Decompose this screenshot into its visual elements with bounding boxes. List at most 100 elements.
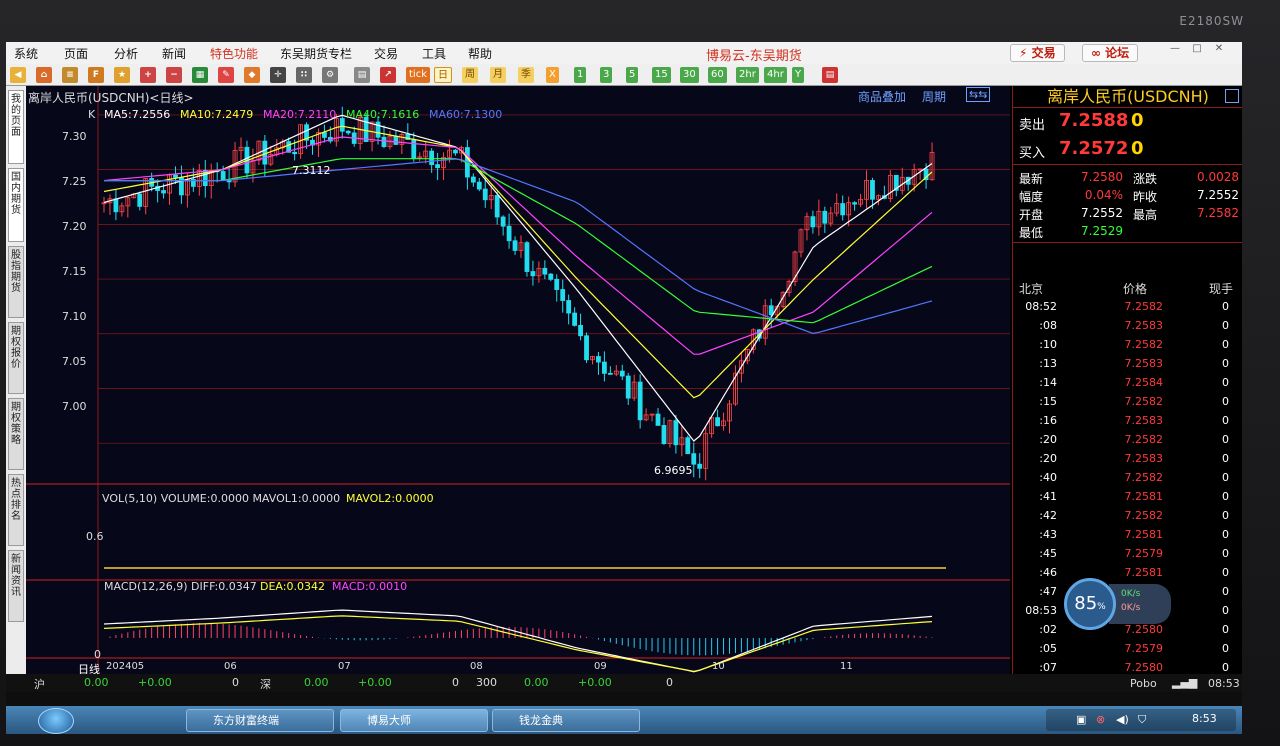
candle-body [584,335,589,361]
taskbar-boyi[interactable]: 博易大师 [340,709,488,732]
draw-pen-icon[interactable]: ✎ [218,67,234,83]
zoom-in-icon[interactable]: + [140,67,156,83]
maximize-icon[interactable]: □ [1188,43,1206,57]
tick-time: :42 [1039,509,1057,522]
price-tick: 7.25 [62,175,87,188]
forum-button[interactable]: ∞ 论坛 [1082,44,1139,62]
menu-tools[interactable]: 工具 [422,45,446,62]
list-icon[interactable]: ▤ [822,67,838,83]
x-date-label: 10 [712,661,725,672]
low-label: 最低 [1019,226,1044,240]
tool-icon[interactable]: ◆ [244,67,260,83]
pct-value: 0.04% [1084,188,1123,202]
period-5[interactable]: 5 [626,67,639,83]
monitor-model: E2180SW [1179,14,1244,28]
menu-news[interactable]: 新闻 [162,45,186,62]
f10-icon[interactable]: F [88,67,104,83]
kline-chart[interactable]: 离岸人民币(USDCNH)<日线> 商品叠加 周期 ⇆⇆ K MA5:7.2556… [26,86,1010,676]
overlay-link[interactable]: 商品叠加 [858,88,906,105]
ma-label-0: K [88,108,96,121]
period-quarter[interactable]: 季 [518,67,534,83]
open-label: 开盘 [1019,208,1044,222]
candle-body [393,135,399,145]
menu-analysis[interactable]: 分析 [114,45,138,62]
candle-body [262,140,268,165]
buy-label: 买入 [1019,146,1046,161]
period-month[interactable]: 月 [490,67,506,83]
period-15[interactable]: 15 [652,67,671,83]
candle-body [506,225,512,242]
period-30[interactable]: 30 [680,67,699,83]
high-value: 7.2582 [1197,206,1239,220]
tick-price: 7.2580 [1124,661,1164,674]
minimize-icon[interactable]: — [1166,43,1184,57]
bookmark-icon[interactable]: ★ [114,67,130,83]
candle-body [554,278,560,290]
trade-button[interactable]: ⚡ 交易 [1010,44,1065,62]
period-60[interactable]: 60 [708,67,727,83]
tick-row: :43 7.2581 0 [1013,528,1242,547]
period-tick[interactable]: tick [406,67,430,83]
period-4hr[interactable]: 4hr [764,67,787,83]
period-x[interactable]: X [546,67,559,83]
network-icon[interactable]: ▣ [1076,713,1086,726]
layout-icon[interactable]: ▦ [192,67,208,83]
candle-body [691,453,697,465]
candle-body [596,356,601,363]
period-3[interactable]: 3 [600,67,613,83]
taskbar-eastmoney[interactable]: 东方财富终端 [186,709,334,732]
candle-body [500,216,506,227]
tick-volume: 0 [1222,471,1229,484]
tick-price: 7.2582 [1124,338,1164,351]
period-link[interactable]: 周期 [922,88,946,105]
crosshair-icon[interactable]: ✛ [270,67,286,83]
side-tab-my-page[interactable]: 我的页面 [8,90,24,164]
period-day[interactable]: 日 [434,67,452,83]
settings-icon[interactable]: ⚙ [322,67,338,83]
net-speed-widget[interactable]: 0K/s 0K/s [1109,584,1171,624]
tick-time: 08:53 [1025,604,1057,617]
period-2hr[interactable]: 2hr [736,67,759,83]
table-view-icon[interactable]: ▤ [354,67,370,83]
menu-features[interactable]: 特色功能 [210,45,258,62]
start-button[interactable] [38,708,74,734]
menu-help[interactable]: 帮助 [468,45,492,62]
trend-chart-icon[interactable]: ↗ [380,67,396,83]
alert-icon[interactable]: ⊗ [1096,713,1105,726]
x-date-label: 11 [840,661,853,672]
side-tab-domestic-futures[interactable]: 国内期货 [8,168,24,242]
period-year[interactable]: Y [792,67,805,83]
taskbar-qianlong[interactable]: 钱龙金典 [492,709,640,732]
memory-gauge[interactable]: 85% [1064,578,1116,630]
notes-icon[interactable]: ≡ [62,67,78,83]
app-title: 博易云-东吴期货 [706,49,802,64]
candle-body [822,210,828,224]
tick-row: :08 7.2583 0 [1013,319,1242,338]
candle-body [661,425,667,444]
panel-toggle-icon[interactable] [1225,89,1239,103]
back-arrow-icon[interactable]: ◀ [10,67,26,83]
tick-volume: 0 [1222,376,1229,389]
zoom-out-icon[interactable]: − [166,67,182,83]
side-tab-index-futures[interactable]: 股指期货 [8,246,24,318]
candle-body [578,324,583,337]
period-week[interactable]: 周 [462,67,478,83]
side-tab-news[interactable]: 新闻资讯 [8,550,24,622]
tick-price: 7.2583 [1124,414,1164,427]
shield-icon[interactable]: ⛉ [1138,713,1146,727]
menu-dongwu-column[interactable]: 东吴期货专栏 [280,45,352,62]
side-tab-option-strategy[interactable]: 期权策略 [8,398,24,470]
chart-nav-icon[interactable]: ⇆⇆ [966,87,991,102]
volume-icon[interactable]: ◀) [1116,713,1129,726]
menu-trade[interactable]: 交易 [374,45,398,62]
close-icon[interactable]: ✕ [1210,43,1228,57]
candle-body [566,300,572,314]
menu-system[interactable]: 系统 [14,45,38,62]
side-tab-hot-ranking[interactable]: 热点排名 [8,474,24,546]
home-icon[interactable]: ⌂ [36,67,52,83]
menu-page[interactable]: 页面 [64,45,88,62]
low-value: 7.2529 [1081,224,1123,238]
side-tab-option-quotes[interactable]: 期权报价 [8,322,24,394]
period-1[interactable]: 1 [574,67,587,83]
magnet-icon[interactable]: ∷ [296,67,312,83]
